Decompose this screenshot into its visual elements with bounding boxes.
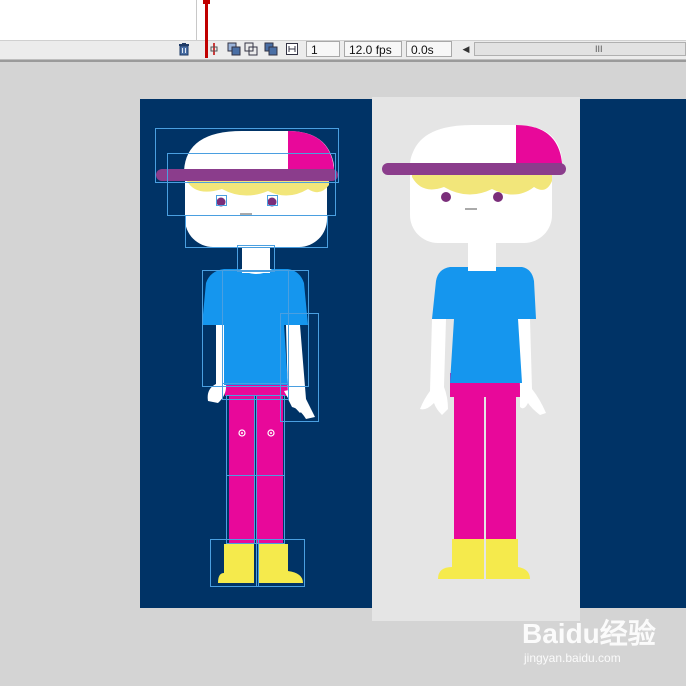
ref-left-eye	[441, 192, 451, 202]
onion-skin-outlines-icon[interactable]	[244, 42, 258, 56]
timeline-panel: 1 12.0 fps 0.0s ◀ III	[0, 0, 686, 62]
neck	[242, 245, 270, 273]
baidu-watermark: Baidu经验 jingyan.baidu.com	[522, 618, 682, 678]
ref-left-leg	[454, 385, 484, 553]
character-selected[interactable]	[140, 99, 372, 608]
layers-pane[interactable]	[0, 0, 197, 40]
frame-rate-field[interactable]: 12.0 fps	[344, 41, 402, 57]
elapsed-time-value: 0.0s	[411, 43, 434, 57]
ref-right-arm	[518, 319, 546, 415]
ref-left-arm	[420, 319, 448, 415]
watermark-url: jingyan.baidu.com	[524, 651, 621, 665]
trash-icon[interactable]	[177, 42, 191, 56]
right-leg	[257, 387, 283, 544]
ref-neck	[468, 241, 496, 271]
watermark-logo: Baidu经验	[522, 618, 656, 649]
character-reference	[382, 125, 566, 579]
current-frame-value: 1	[311, 43, 318, 57]
ref-left-boot	[438, 539, 484, 579]
edit-multiple-frames-icon[interactable]	[264, 42, 278, 56]
frame-rate-value: 12.0 fps	[349, 43, 392, 57]
stage-navy-panel-right	[580, 99, 686, 608]
ref-right-leg	[486, 385, 516, 553]
right-boot	[258, 544, 303, 583]
left-leg	[229, 387, 255, 544]
ref-right-eye	[493, 192, 503, 202]
onion-skin-icon[interactable]	[227, 42, 241, 56]
ref-cap-brim	[382, 163, 566, 175]
center-frame-icon[interactable]	[207, 42, 221, 56]
frames-pane[interactable]	[197, 0, 686, 40]
ref-right-boot	[486, 539, 530, 579]
modify-onion-markers-icon[interactable]	[285, 42, 299, 56]
timeline-horizontal-scrollbar[interactable]: III	[474, 42, 686, 56]
playhead[interactable]	[205, 0, 208, 58]
left-arm	[207, 325, 227, 403]
scrollbar-grip[interactable]: III	[595, 43, 603, 55]
playhead-handle[interactable]	[203, 0, 210, 4]
cap-brim	[156, 169, 338, 181]
scroll-left-arrow-icon[interactable]: ◀	[460, 42, 472, 56]
current-frame-field[interactable]: 1	[306, 41, 340, 57]
left-boot	[218, 544, 254, 583]
timeline-toolbar: 1 12.0 fps 0.0s ◀ III	[0, 40, 686, 60]
stage[interactable]	[0, 62, 686, 686]
elapsed-time-field[interactable]: 0.0s	[406, 41, 452, 57]
